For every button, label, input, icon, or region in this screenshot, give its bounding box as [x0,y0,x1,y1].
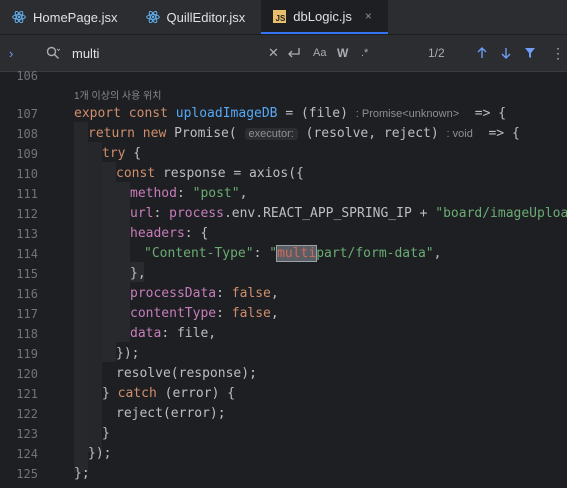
expand-replace-chevron-icon[interactable]: › [9,35,13,71]
line-number: 110 [16,167,38,181]
code-line: } [102,426,110,441]
code-line: return new Promise( executor: (resolve, … [88,126,520,141]
code-line: try { [102,146,142,161]
line-number: 121 [16,387,38,401]
line-number: 113 [16,227,38,241]
line-number: 117 [16,307,38,321]
code-line: method: "post", [130,186,248,201]
new-line-icon[interactable] [287,35,301,71]
match-case-toggle[interactable]: Aa [313,35,326,71]
search-input[interactable]: multi [72,35,99,71]
line-number: 115 [16,267,38,281]
line-number: 107 [16,107,38,121]
code-line: contentType: false, [130,306,279,321]
tab-label: QuillEditor.jsx [166,9,246,25]
tab-homepage[interactable]: HomePage.jsx [0,0,134,34]
line-number: 116 [16,287,38,301]
line-number: 123 [16,427,38,441]
match-count: 1/2 [428,46,445,60]
code-line: reject(error); [116,406,226,421]
code-editor[interactable]: 106 1개 이상의 사용 위치 107 export const upload… [0,69,567,488]
tab-quilleditor[interactable]: QuillEditor.jsx [134,0,262,34]
js-file-icon: JS [273,9,287,23]
code-line: resolve(response); [116,366,257,381]
editor-tab-bar: HomePage.jsx QuillEditor.jsx JS dbLogic.… [0,0,567,35]
inlay-param-hint: executor: [244,128,298,140]
code-line: export const uploadImageDB = (file) : Pr… [74,106,507,121]
lightbulb-icon[interactable] [82,482,92,488]
indent-guide [88,142,102,452]
previous-occurrence-icon[interactable] [476,35,488,71]
regex-toggle[interactable]: .* [361,35,368,71]
indent-guide [74,122,88,472]
code-line: processData: false, [130,286,279,301]
inlay-type-hint: : Promise<unknown> [355,108,460,120]
line-number: 119 [16,347,38,361]
line-number: 118 [16,327,38,341]
code-line: const response = axios({ [116,166,304,181]
filter-icon[interactable] [524,35,536,71]
usages-hint[interactable]: 1개 이상의 사용 위치 [74,87,162,102]
search-icon[interactable] [46,35,60,71]
code-line: } catch (error) { [102,386,236,401]
react-icon [12,10,26,24]
line-number: 124 [16,447,38,461]
indent-guide [116,182,130,342]
code-line: url: process.env.REACT_APP_SPRING_IP + "… [130,206,567,221]
clear-search-icon[interactable]: ✕ [268,35,279,71]
more-options-icon[interactable]: ⋮ [551,35,565,71]
code-line: data: file, [130,326,217,341]
line-number: 114 [16,247,38,261]
tab-dblogic[interactable]: JS dbLogic.js × [261,0,388,34]
line-number: 125 [16,467,38,481]
line-number: 112 [16,207,38,221]
inlay-type-hint: : void [446,128,473,140]
code-line: }, [130,266,146,281]
line-number: 106 [16,69,38,83]
close-tab-icon[interactable]: × [365,9,372,23]
code-line: headers: { [130,226,209,241]
react-icon [145,10,160,24]
find-bar: › multi ✕ Aa W .* 1/2 ⋮ [0,35,567,72]
indent-guide [102,162,116,362]
code-line: "Content-Type": "multipart/form-data", [144,245,442,262]
tab-label: HomePage.jsx [33,9,118,25]
line-number: 120 [16,367,38,381]
line-number: 108 [16,127,38,141]
code-line: }; [74,466,90,481]
next-occurrence-icon[interactable] [500,35,512,71]
code-line: }); [116,346,140,361]
line-number: 111 [16,187,38,201]
line-number: 122 [16,407,38,421]
code-line: }); [88,446,112,461]
search-match-highlight: multi [276,245,318,262]
whole-words-toggle[interactable]: W [337,35,348,71]
tab-label: dbLogic.js [293,8,352,24]
line-number: 109 [16,147,38,161]
